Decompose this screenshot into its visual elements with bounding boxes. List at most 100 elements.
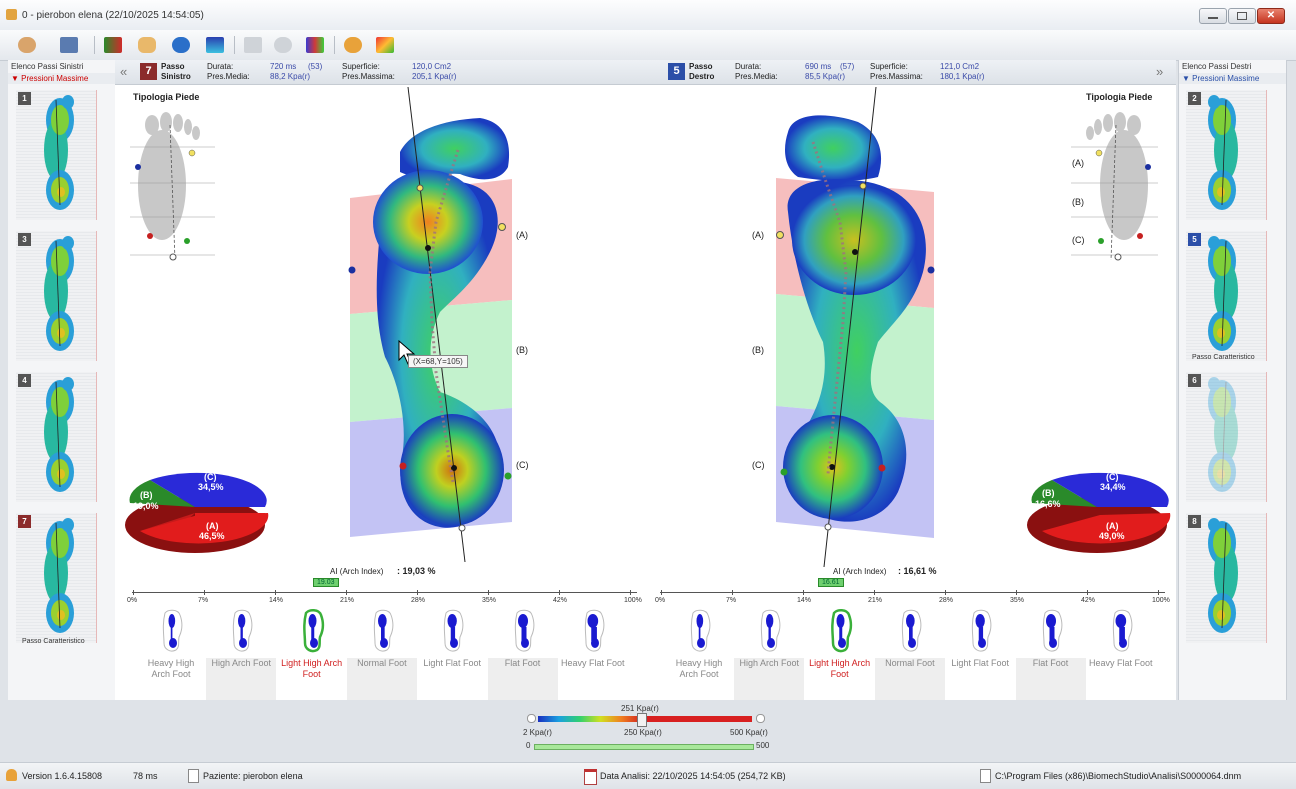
close-button[interactable]: ✕ <box>1257 8 1285 24</box>
scale-tick-label: 35% <box>482 597 497 604</box>
foot-type-option[interactable] <box>578 607 608 655</box>
left-footprint-map[interactable] <box>340 82 530 568</box>
step-thumb-image <box>1186 231 1267 361</box>
left-step-badge: 7 <box>140 63 157 80</box>
step-number-badge: 2 <box>1188 92 1201 105</box>
right-pie-label-a: (A) <box>1106 521 1119 531</box>
right-durata-count: (57) <box>840 62 855 71</box>
scale-tick <box>488 590 489 595</box>
foot-type-label-line1: Light Flat Foot <box>423 658 481 668</box>
step-thumb[interactable]: 3 <box>12 229 107 367</box>
left-step-passo: Passo <box>161 62 185 71</box>
foot-type-option[interactable] <box>437 607 467 655</box>
right-arch-marker[interactable]: 16.61 <box>818 578 844 587</box>
foot-icon[interactable] <box>134 33 160 57</box>
foot-type-label: Heavy High Arch Foot <box>136 658 206 680</box>
globe-icon[interactable] <box>168 33 194 57</box>
step-thumb[interactable]: 2 <box>1182 88 1277 226</box>
bar-graph-icon[interactable] <box>302 33 328 57</box>
foot-type-label: Normal Foot <box>875 658 945 669</box>
left-durata-label: Durata: <box>207 62 234 71</box>
minimize-button[interactable] <box>1199 8 1227 24</box>
step-thumb[interactable]: 1 <box>12 88 107 226</box>
right-forefoot-hotspot <box>792 185 916 295</box>
user-icon <box>6 769 17 781</box>
user-settings-icon[interactable] <box>340 33 366 57</box>
feet-outline-icon[interactable] <box>240 33 266 57</box>
foot-type-option[interactable] <box>226 607 256 655</box>
right-durata-label: Durata: <box>735 62 762 71</box>
step-number-badge: 3 <box>18 233 31 246</box>
shapes-icon[interactable] <box>372 33 398 57</box>
foot-type-option[interactable] <box>895 607 925 655</box>
maximize-button[interactable] <box>1228 8 1256 24</box>
scale-tick-label: 100% <box>1152 597 1170 604</box>
pressure-map-icon[interactable] <box>202 33 228 57</box>
right-diagram-label-b: (B) <box>1072 197 1084 207</box>
foot-type-option[interactable] <box>156 607 186 655</box>
right-landmark-point <box>859 182 867 190</box>
right-pie-value-a: 49,0% <box>1099 531 1125 541</box>
right-step-passo: Passo <box>689 62 713 71</box>
foot-type-option[interactable] <box>297 607 327 655</box>
step-thumb[interactable]: 5 Passo Caratteristico <box>1182 229 1277 367</box>
left-pie-label-a: (A) <box>206 521 219 531</box>
footprint-thumb-icon <box>1208 236 1238 351</box>
foot-type-label-line1: Heavy Flat Foot <box>1089 658 1153 668</box>
left-panel-dropdown[interactable]: ▼ Pressioni Massime <box>8 73 115 84</box>
foot-type-option[interactable] <box>1106 607 1136 655</box>
step-thumb[interactable]: 7 Passo Caratteristico <box>12 511 107 649</box>
pressure-min-label: 2 Kpa(r) <box>523 728 552 737</box>
left-pres-massima-value: 205,1 Kpa(r) <box>412 72 457 81</box>
step-caption: Passo Caratteristico <box>1192 354 1255 361</box>
scale-tick <box>630 590 631 595</box>
step-thumb[interactable]: 4 <box>12 370 107 508</box>
step-thumb-image <box>16 231 97 361</box>
step-thumb[interactable]: 6 <box>1182 370 1277 508</box>
chart-icon[interactable] <box>100 33 126 57</box>
left-arch-marker[interactable]: 19.03 <box>313 578 339 587</box>
scale-tick-label: 28% <box>411 597 426 604</box>
foot-type-label-line1: High Arch Foot <box>211 658 272 668</box>
footprint-thumb-icon <box>44 95 74 210</box>
foot-type-label-line1: High Arch Foot <box>739 658 800 668</box>
document-icon <box>188 769 199 783</box>
pressure-slider-thumb[interactable] <box>637 713 647 727</box>
patient-icon[interactable] <box>14 33 40 57</box>
foot-type-option[interactable] <box>1036 607 1066 655</box>
scale-tick <box>275 590 276 595</box>
left-durata-count: (53) <box>308 62 323 71</box>
pressure-right-handle[interactable] <box>756 714 765 723</box>
foot-type-option[interactable] <box>825 607 855 655</box>
foot-type-option[interactable] <box>367 607 397 655</box>
foot-type-option[interactable] <box>684 607 714 655</box>
scale-tick <box>661 590 662 595</box>
step-thumb-image <box>1186 372 1267 502</box>
prev-step-arrow[interactable]: « <box>120 64 127 79</box>
foot-type-label-line2: Foot <box>302 669 321 679</box>
right-footprint-map[interactable] <box>768 82 958 568</box>
left-pie-label-b: (B) <box>140 490 153 500</box>
step-thumb[interactable]: 8 <box>1182 511 1277 649</box>
foot-outline-icon <box>138 112 200 240</box>
foot-type-icon <box>972 609 992 652</box>
right-landmark-point <box>776 231 784 239</box>
left-zone-pie <box>125 472 269 553</box>
range-min-label: 0 <box>526 741 531 750</box>
right-panel-dropdown[interactable]: ▼ Pressioni Massime <box>1179 73 1286 84</box>
foot-type-label-line1: Flat Foot <box>504 658 541 668</box>
pressure-left-handle[interactable] <box>527 714 536 723</box>
status-bar: Version 1.6.4.15808 78 ms Paziente: pier… <box>0 762 1296 789</box>
foot-type-option[interactable] <box>754 607 784 655</box>
next-step-arrow[interactable]: » <box>1156 64 1163 79</box>
left-pie-value-b: 19,0% <box>133 501 159 511</box>
foot-type-option[interactable] <box>508 607 538 655</box>
toolbar <box>0 30 1296 61</box>
range-track[interactable] <box>534 744 754 750</box>
foot-type-icon <box>444 609 464 652</box>
feet-compare-icon[interactable] <box>270 33 296 57</box>
calendar-icon <box>584 769 597 785</box>
foot-type-option[interactable] <box>965 607 995 655</box>
right-landmark-point <box>780 468 788 476</box>
print-icon[interactable] <box>56 33 82 57</box>
